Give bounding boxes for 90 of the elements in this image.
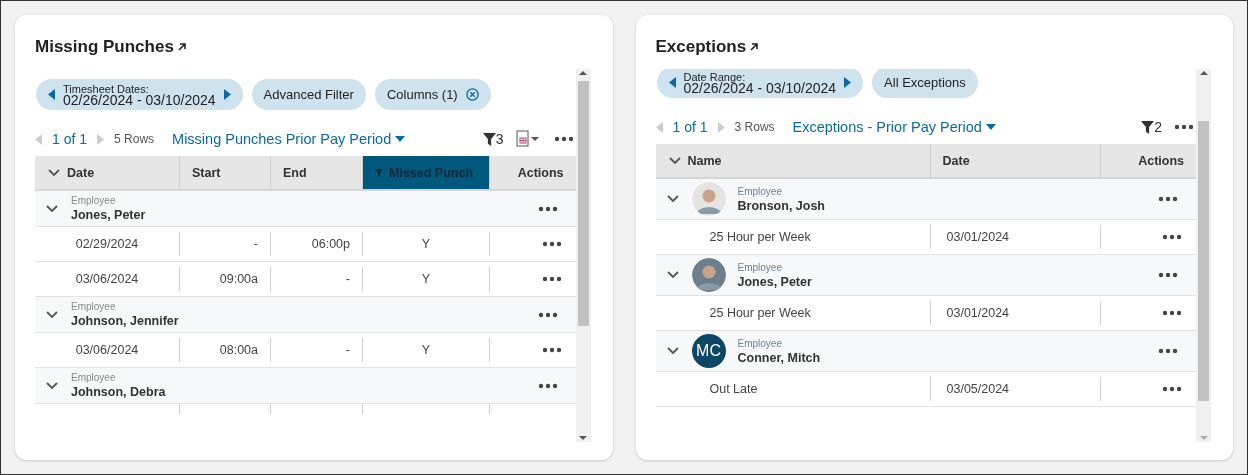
caret-icon: [985, 124, 996, 130]
page-indicator: 1 of 1: [52, 131, 88, 147]
external-link-icon[interactable]: [749, 42, 760, 52]
filter-chip[interactable]: Advanced Filter: [251, 79, 366, 110]
table-cell: Y: [362, 338, 489, 362]
row-count: 5 Rows: [114, 132, 155, 146]
group-row[interactable]: Employee Jones, Peter: [655, 255, 1196, 296]
group-row[interactable]: Employee Johnson, Debra: [35, 368, 576, 404]
column-header[interactable]: Date: [929, 144, 1100, 177]
employee-name: Jones, Peter: [71, 208, 147, 222]
column-label: Start: [192, 165, 221, 180]
table-cell: 03/05/2024: [929, 377, 1100, 401]
table-cell: 09:00a: [179, 267, 270, 291]
employee-caption: Employee: [71, 301, 117, 312]
table-cell: 08:00a: [179, 338, 270, 362]
avatar: MC: [691, 334, 726, 368]
remove-icon[interactable]: [465, 88, 479, 101]
column-header[interactable]: Name: [655, 144, 930, 177]
view-selector[interactable]: Exceptions - Prior Pay Period: [792, 119, 996, 135]
more-icon[interactable]: [1160, 386, 1184, 392]
table-cell: -: [270, 267, 362, 291]
more-icon[interactable]: [1172, 124, 1196, 130]
scrollbar[interactable]: [1196, 69, 1211, 442]
card-title[interactable]: Missing Punches: [35, 37, 174, 57]
card-title[interactable]: Exceptions: [655, 37, 747, 57]
table-cell: -: [179, 232, 270, 256]
more-icon[interactable]: [1156, 196, 1180, 202]
more-icon[interactable]: [1156, 272, 1180, 278]
caret-icon: [395, 136, 406, 142]
column-label: Missed Punch: [389, 165, 474, 180]
table-cell: 06:00p: [270, 232, 362, 256]
employee-caption: Employee: [737, 261, 783, 273]
column-header[interactable]: Actions: [489, 156, 576, 189]
column-label: Actions: [1138, 153, 1184, 168]
funnel-icon: [482, 132, 496, 146]
column-label: End: [283, 165, 307, 180]
employee-caption: Employee: [737, 185, 783, 197]
group-row[interactable]: MC Employee Conner, Mitch: [655, 331, 1196, 372]
employee-caption: Employee: [737, 337, 783, 349]
table-cell: 03/01/2024: [929, 301, 1100, 325]
column-label: Actions: [517, 165, 564, 180]
employee-caption: Employee: [71, 372, 117, 383]
next-icon[interactable]: [844, 77, 852, 88]
view-selector[interactable]: Missing Punches Prior Pay Period: [172, 131, 406, 147]
column-label: Name: [687, 153, 722, 168]
column-label: Date: [67, 165, 95, 180]
group-row[interactable]: Employee Bronson, Josh: [655, 179, 1196, 220]
scroll-down-icon[interactable]: [579, 434, 587, 442]
employee-name: Johnson, Debra: [71, 385, 167, 399]
scrollbar[interactable]: [575, 69, 591, 442]
columns-chip[interactable]: Columns (1): [374, 79, 491, 110]
table-cell: -: [270, 338, 362, 362]
funnel-icon: [1141, 120, 1155, 134]
employee-name: Bronson, Josh: [737, 198, 826, 213]
next-icon[interactable]: [223, 89, 231, 100]
employee-name: Jones, Peter: [737, 274, 813, 289]
employee-caption: Employee: [71, 195, 117, 206]
column-header[interactable]: Start: [179, 156, 270, 189]
table-cell-text: 03/06/2024: [74, 342, 140, 359]
external-link-icon[interactable]: [176, 42, 187, 52]
scroll-up-icon[interactable]: [579, 69, 587, 77]
group-row[interactable]: Employee Jones, Peter: [35, 191, 576, 227]
table-cell-text: 25 Hour per Week: [708, 229, 812, 246]
table-cell: 03/01/2024: [929, 225, 1100, 249]
filter-count-button[interactable]: 2: [1141, 119, 1162, 135]
table-cell: Y: [362, 232, 489, 256]
scroll-up-icon[interactable]: [1199, 69, 1208, 77]
filter-icon: [375, 168, 383, 177]
column-label: Date: [942, 153, 970, 168]
page-indicator: 1 of 1: [672, 119, 708, 135]
filter-chip[interactable]: All Exceptions: [872, 69, 978, 98]
table-cell-text: 03/06/2024: [74, 271, 140, 288]
previous-icon[interactable]: [668, 77, 676, 88]
more-icon[interactable]: [1160, 310, 1184, 316]
employee-name: Conner, Mitch: [737, 350, 822, 365]
export-icon[interactable]: [513, 130, 542, 148]
previous-icon[interactable]: [48, 89, 55, 100]
employee-name: Johnson, Jennifer: [71, 314, 180, 328]
table-cell: Y: [362, 267, 489, 291]
table-cell-text: 02/29/2024: [74, 236, 140, 253]
row-count: 3 Rows: [734, 120, 775, 134]
date-range-chip[interactable]: Date Range: 02/26/2024 - 03/10/2024: [656, 69, 864, 98]
date-range-chip[interactable]: Timesheet Dates: 02/26/2024 - 03/10/2024: [36, 79, 243, 110]
more-icon[interactable]: [1156, 348, 1180, 354]
group-row[interactable]: Employee Johnson, Jennifer: [35, 297, 576, 333]
column-header[interactable]: Date: [35, 156, 179, 189]
more-icon[interactable]: [1160, 234, 1184, 240]
table-cell-text: Out Late: [708, 381, 759, 398]
filter-count-button[interactable]: 3: [482, 131, 504, 147]
table-cell-text: 25 Hour per Week: [708, 305, 812, 322]
